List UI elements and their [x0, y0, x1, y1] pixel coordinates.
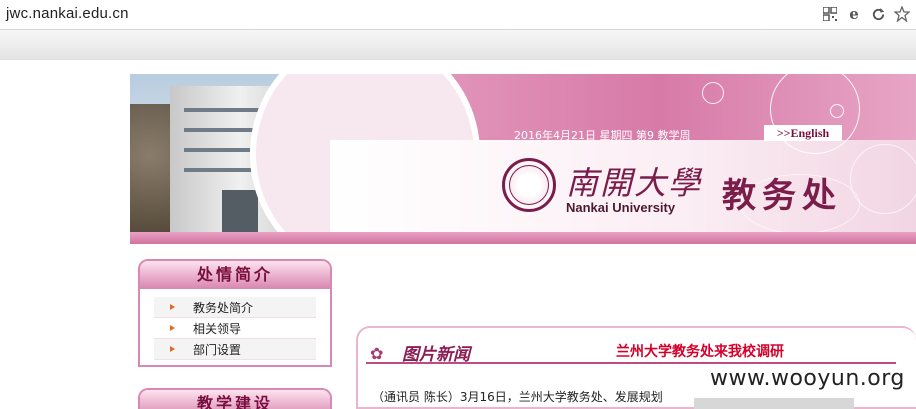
university-name-cn: 南開大學 — [566, 164, 703, 202]
refresh-icon[interactable] — [870, 6, 886, 22]
news-headline-link[interactable]: 兰州大学教务处来我校调研 — [616, 341, 784, 361]
sidebar-item-label[interactable]: 部门设置 — [193, 341, 241, 358]
sidebar-item-intro[interactable]: 教务处简介 — [154, 297, 316, 318]
university-seal-logo — [502, 158, 556, 212]
sidebar-item-departments[interactable]: 部门设置 — [154, 339, 316, 360]
news-header: ✿ 图片新闻 兰州大学教务处来我校调研 — [366, 338, 896, 365]
svg-text:e: e — [849, 6, 859, 22]
sidebar-box-intro: 处情简介 教务处简介 相关领导 部门设置 — [138, 259, 332, 367]
date-line: 2016年4月21日 星期四 第9 教学周 — [514, 129, 691, 142]
department-name: 教务处 — [722, 176, 842, 216]
banner-bottom-band — [130, 232, 916, 244]
watermark-text: www.wooyun.org — [710, 366, 905, 391]
sidebar-item-label[interactable]: 相关领导 — [193, 320, 241, 337]
address-bar-icons: e — [822, 6, 910, 22]
news-body-preview[interactable]: （通讯员 陈长）3月16日，兰州大学教务处、发展规划 — [372, 388, 663, 405]
flower-icon: ✿ — [370, 344, 384, 363]
news-thumbnail[interactable] — [694, 398, 854, 409]
ie-icon[interactable]: e — [846, 6, 862, 22]
news-section-title: 图片新闻 — [402, 345, 470, 365]
sidebar-box-title: 处情简介 — [140, 261, 330, 289]
sidebar-box-title: 教学建设 — [140, 390, 330, 409]
sidebar-box-teaching: 教学建设 — [138, 388, 332, 409]
university-name-en: Nankai University — [566, 200, 676, 215]
english-link[interactable]: >>English — [764, 125, 842, 141]
arrow-right-icon — [170, 346, 175, 352]
qr-code-icon[interactable] — [822, 6, 838, 22]
sidebar-item-label[interactable]: 教务处简介 — [193, 299, 253, 316]
browser-toolbar — [0, 30, 916, 60]
url-text[interactable]: jwc.nankai.edu.cn — [6, 5, 129, 22]
arrow-right-icon — [170, 304, 175, 310]
address-bar[interactable]: jwc.nankai.edu.cn e — [0, 0, 916, 30]
arrow-right-icon — [170, 325, 175, 331]
site-banner: 2016年4月21日 星期四 第9 教学周 >>English 南開大學 Nan… — [130, 74, 916, 244]
star-icon[interactable] — [894, 6, 910, 22]
sidebar-item-leaders[interactable]: 相关领导 — [154, 318, 316, 339]
sidebar-menu: 教务处简介 相关领导 部门设置 — [140, 289, 330, 370]
